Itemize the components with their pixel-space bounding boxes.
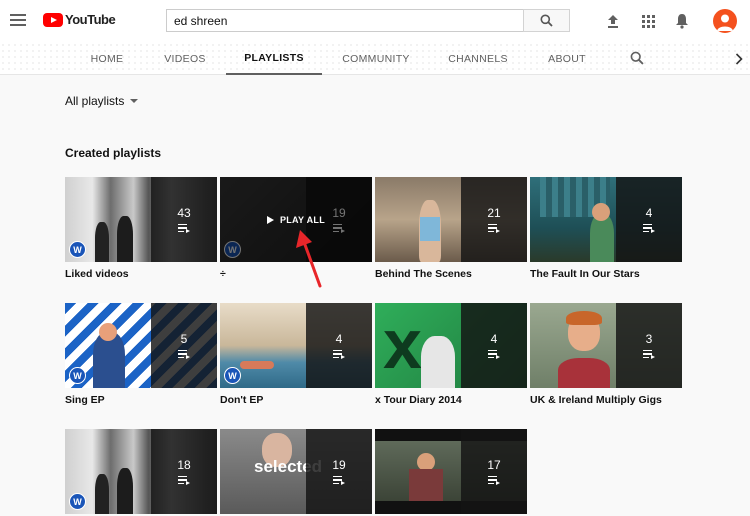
video-count: 17 [487,457,501,472]
video-count: 4 [645,205,653,220]
playlist-thumbnail[interactable]: selected 19 [220,429,372,514]
playlist-thumbnail[interactable]: 3 [530,303,682,388]
playlist-icon [643,223,655,234]
avatar[interactable] [713,9,737,33]
section-title: Created playlists [65,146,162,160]
tab-about[interactable]: ABOUT [544,42,590,75]
tab-channels[interactable]: CHANNELS [446,42,510,75]
youtube-play-icon [43,12,63,27]
playlist-count-overlay: 4 [461,303,527,388]
warner-badge-icon: W [69,493,86,510]
warner-badge-icon: W [224,367,241,384]
sort-label: All playlists [65,94,125,108]
playlist-title[interactable]: UK & Ireland Multiply Gigs [530,394,682,406]
playlist-thumbnail[interactable]: x 4 [375,303,527,388]
playlist-title[interactable]: The Fault In Our Stars [530,268,682,280]
playlist-count-overlay: 5 [151,303,217,388]
warner-badge-icon: W [69,367,86,384]
logo-text: YouTube [65,12,116,27]
playlist-count-overlay: 18 [151,429,217,514]
tab-playlists[interactable]: PLAYLISTS [226,42,322,75]
playlist-count-overlay: 4 [306,303,372,388]
search-button[interactable] [523,9,570,32]
playlist-card[interactable]: 18 W [65,429,217,514]
playlist-icon [488,475,500,486]
playlist-icon [488,349,500,360]
playlist-card[interactable]: 3 UK & Ireland Multiply Gigs [530,303,682,406]
upload-icon[interactable] [604,12,622,30]
playlist-count-overlay: 17 [461,429,527,514]
playlist-card[interactable]: 43 W Liked videos [65,177,217,280]
annotation-arrow-icon [296,230,322,288]
playlist-title[interactable]: Sing EP [65,394,217,406]
apps-icon[interactable] [639,12,657,30]
video-count: 19 [332,457,346,472]
video-count: 3 [645,331,653,346]
playlist-thumbnail[interactable]: 4 [530,177,682,262]
chevron-right-icon[interactable] [735,53,743,65]
video-count: 43 [177,205,191,220]
play-icon [266,215,274,224]
channel-search-icon[interactable] [630,51,644,65]
search-icon [540,14,553,27]
video-count: 21 [487,205,501,220]
playlist-icon [488,223,500,234]
playlist-count-overlay: 19 [306,429,372,514]
playlist-card[interactable]: 17 [375,429,527,514]
top-bar: YouTube ed shreen [0,0,750,42]
youtube-logo[interactable]: YouTube [43,12,116,27]
search-input[interactable]: ed shreen [166,9,524,32]
video-count: 5 [180,331,188,346]
playlist-thumbnail[interactable]: 4 W [220,303,372,388]
playlist-title[interactable]: Don't EP [220,394,372,406]
playlist-thumbnail[interactable]: 17 [375,429,527,514]
playlist-icon [643,349,655,360]
playlist-icon [178,223,190,234]
playlist-sort-dropdown[interactable]: All playlists [65,94,139,108]
playlist-card[interactable]: 4 The Fault In Our Stars [530,177,682,280]
playlist-title[interactable]: Behind The Scenes [375,268,527,280]
playlist-title[interactable]: Liked videos [65,268,217,280]
tab-community[interactable]: COMMUNITY [340,42,412,75]
playlist-icon [178,349,190,360]
playlist-card[interactable]: 4 W Don't EP [220,303,372,406]
tab-videos[interactable]: VIDEOS [160,42,210,75]
notifications-icon[interactable] [673,12,691,30]
playlist-count-overlay: 4 [616,177,682,262]
playlist-thumbnail[interactable]: 18 W [65,429,217,514]
video-count: 18 [177,457,191,472]
playlist-card[interactable]: x 4 x Tour Diary 2014 [375,303,527,406]
playlist-icon [178,475,190,486]
tab-home[interactable]: HOME [84,42,130,75]
warner-badge-icon: W [69,241,86,258]
playlist-icon [333,475,345,486]
menu-icon[interactable] [10,14,26,26]
channel-tabs: HOME VIDEOS PLAYLISTS COMMUNITY CHANNELS… [0,42,750,75]
playlist-count-overlay: 43 [151,177,217,262]
video-count: 4 [335,331,343,346]
playlist-card[interactable]: selected 19 [220,429,372,514]
playlist-icon [333,349,345,360]
playlist-thumbnail[interactable]: 43 W [65,177,217,262]
playlist-card[interactable]: 21 Behind The Scenes [375,177,527,280]
playlist-thumbnail[interactable]: 5 W [65,303,217,388]
playlist-thumbnail[interactable]: 21 [375,177,527,262]
play-all-label: PLAY ALL [279,214,326,225]
video-count: 4 [490,331,498,346]
playlist-count-overlay: 21 [461,177,527,262]
caret-down-icon [130,99,139,103]
playlist-card[interactable]: 5 W Sing EP [65,303,217,406]
playlist-count-overlay: 3 [616,303,682,388]
playlist-title[interactable]: x Tour Diary 2014 [375,394,527,406]
